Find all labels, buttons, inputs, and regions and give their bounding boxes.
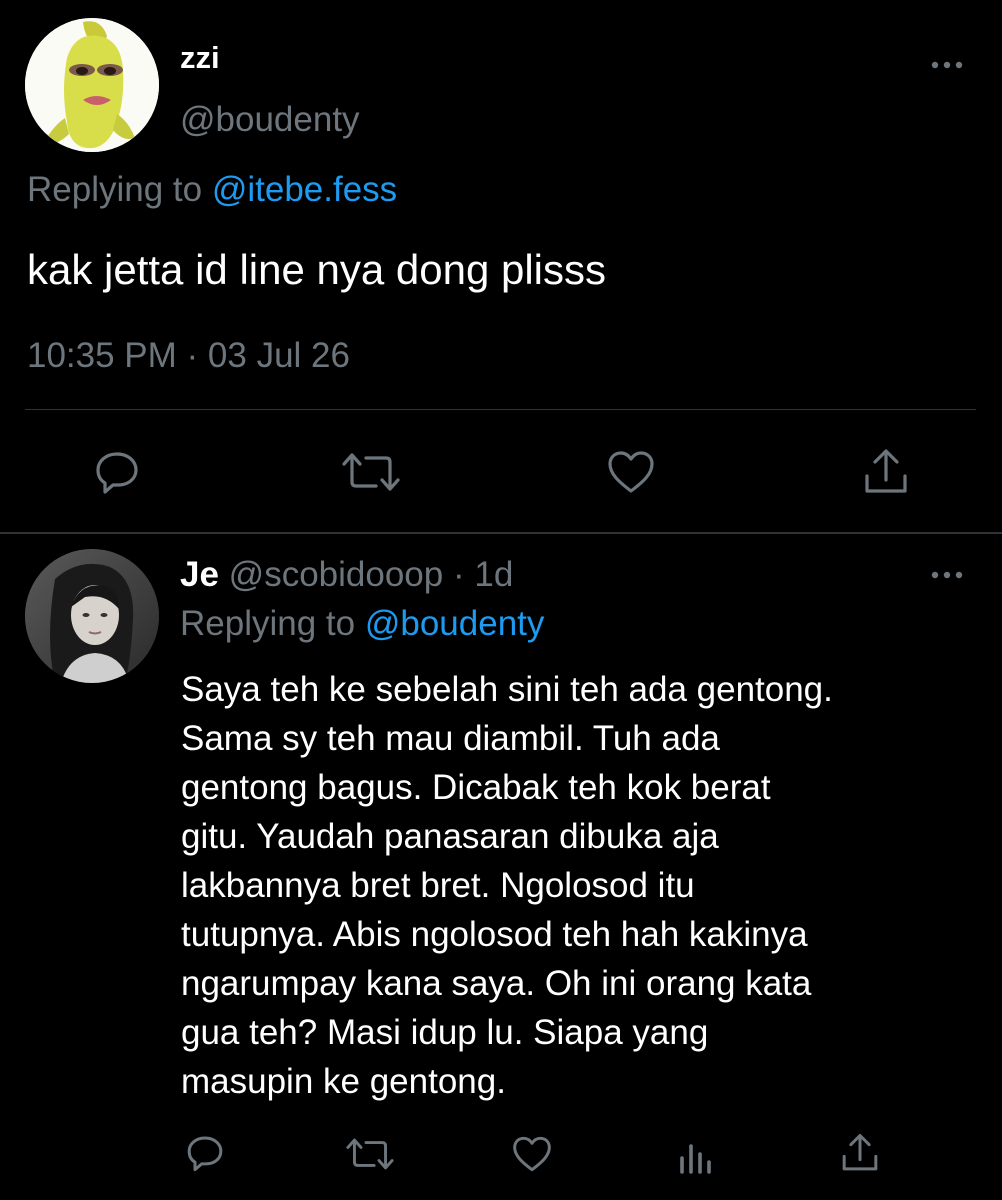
section-divider <box>0 532 1002 534</box>
replying-to-label: Replying to <box>27 170 203 209</box>
mention-link[interactable]: @itebe.fess <box>212 170 397 209</box>
profile-photo <box>25 549 159 683</box>
share-icon[interactable] <box>840 1133 880 1173</box>
reply-icon[interactable] <box>185 1133 225 1173</box>
retweet-icon[interactable] <box>344 1136 396 1172</box>
like-icon[interactable] <box>511 1135 553 1173</box>
tweet-timestamp[interactable]: 10:35 PM · 03 Jul 26 <box>27 334 350 378</box>
mention-link[interactable]: @boudenty <box>365 604 545 643</box>
reply-icon[interactable] <box>93 448 141 496</box>
tweet-age[interactable]: 1d <box>474 555 513 594</box>
tweet-text: Saya teh ke sebelah sini teh ada gentong… <box>181 670 833 1101</box>
avatar[interactable] <box>25 549 159 683</box>
analytics-icon[interactable] <box>676 1134 716 1174</box>
share-icon[interactable] <box>862 448 910 496</box>
avatar[interactable] <box>25 18 159 152</box>
display-name[interactable]: zzi <box>180 38 220 78</box>
retweet-icon[interactable] <box>340 450 402 494</box>
replying-to-label: Replying to <box>180 604 356 643</box>
more-options-icon[interactable] <box>927 565 967 585</box>
separator-dot: · <box>452 555 465 594</box>
reply-header: Je @scobidooop · 1d <box>180 553 513 597</box>
more-options-icon[interactable] <box>927 55 967 75</box>
banana-avatar-image <box>25 18 159 152</box>
replying-to: Replying to @boudenty <box>180 602 544 646</box>
tweet-text: kak jetta id line nya dong plisss <box>27 246 606 293</box>
user-handle[interactable]: @scobidooop <box>229 555 444 594</box>
divider <box>25 409 976 410</box>
like-icon[interactable] <box>606 449 656 495</box>
replying-to: Replying to @itebe.fess <box>27 168 397 212</box>
main-tweet: zzi @boudenty Replying to @itebe.fess ka… <box>0 0 1002 532</box>
user-handle[interactable]: @boudenty <box>180 98 360 142</box>
display-name[interactable]: Je <box>180 555 219 594</box>
